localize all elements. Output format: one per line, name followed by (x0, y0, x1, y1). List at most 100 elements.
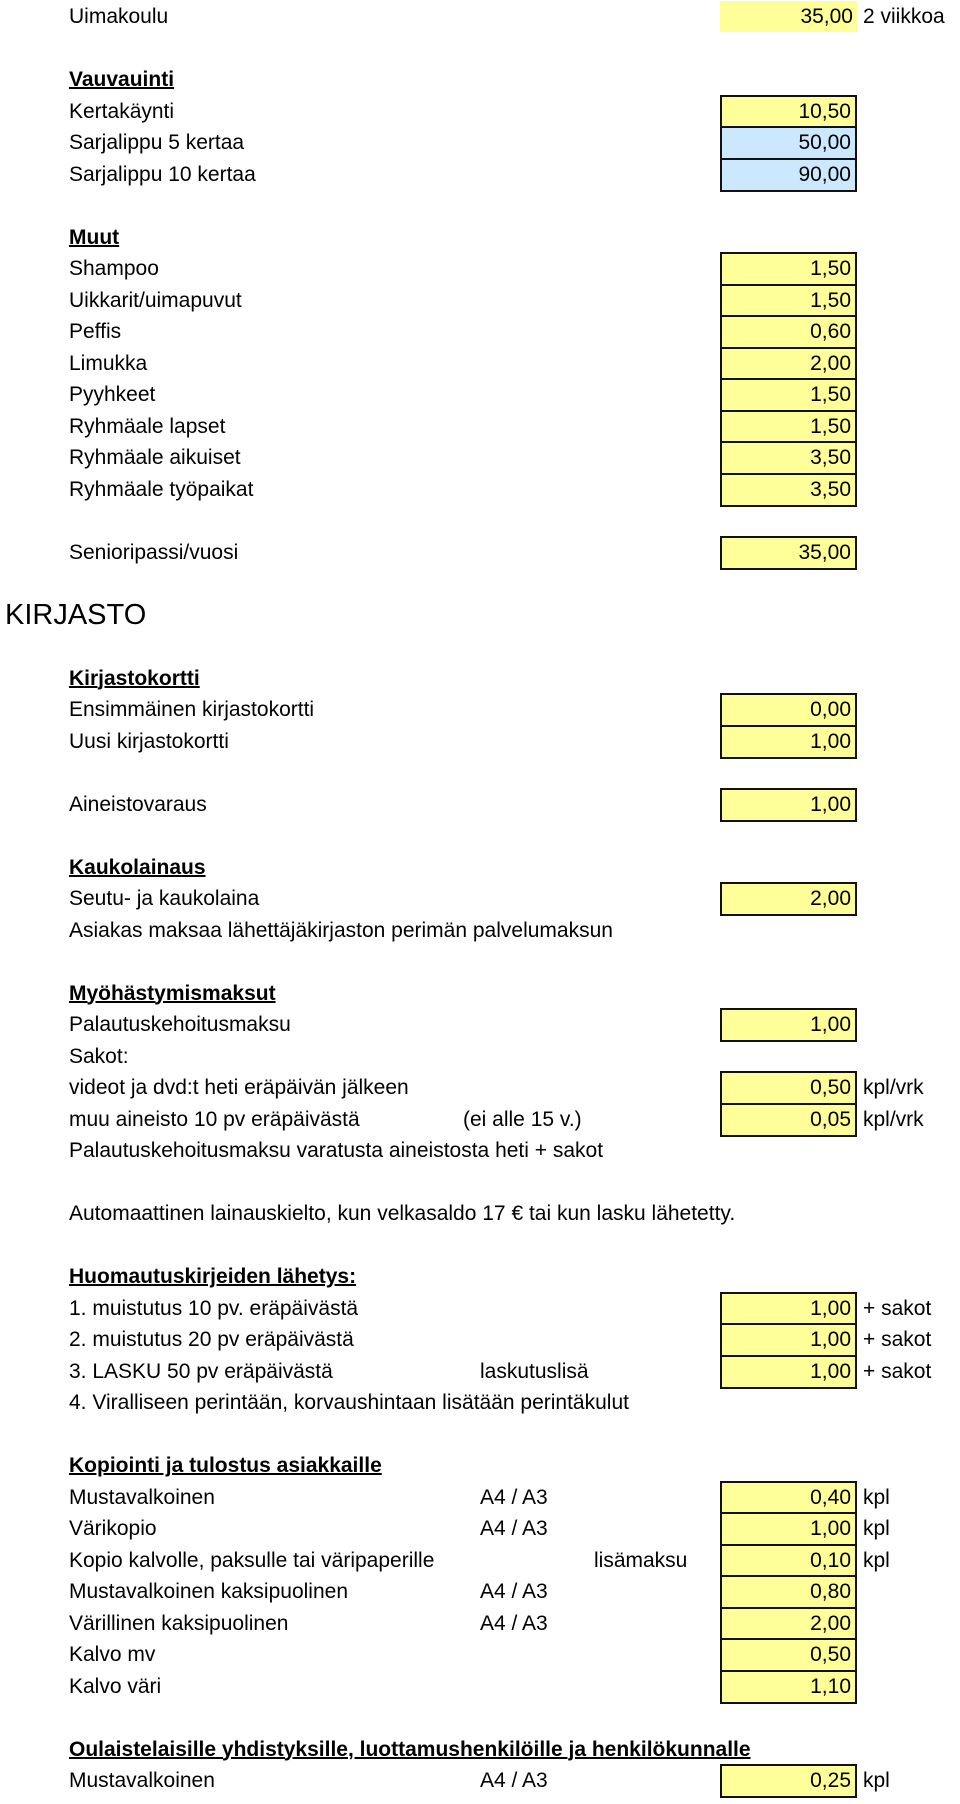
price-row: Kopio kalvolle, paksulle tai väripaperil… (0, 1543, 960, 1578)
section-heading-row: Kopiointi ja tulostus asiakkaille (0, 1450, 960, 1481)
heading-vauvauinti: Vauvauinti (69, 68, 175, 91)
label-kertaka-ynti: Kertakäynti (69, 99, 175, 123)
price-row: Sarjalippu 5 kertaa 50,00 (0, 126, 960, 160)
price-cell[interactable]: 1,50 (720, 252, 857, 286)
section-heading-row: Kaukolainaus (0, 852, 960, 883)
price-row: Ryhmäale lapset 1,50 (0, 409, 960, 444)
note-a4-a3: A4 / A3 (480, 1769, 548, 1792)
price-row: Asiakas maksaa lähettäjäkirjaston perimä… (0, 915, 960, 946)
price-cell[interactable]: 0,00 (720, 693, 857, 727)
label-ryhma-ale-aikuiset: Ryhmäale aikuiset (69, 446, 241, 469)
label-1-muistutus-10-pv-era-pa-iva-sta: 1. muistutus 10 pv. eräpäivästä (69, 1296, 359, 1320)
heading-oulaistelaisille-yhdistyksille-luottamus: Oulaistelaisille yhdistyksille, luottamu… (69, 1737, 751, 1761)
section-heading-row: Huomautuskirjeiden lähetys: (0, 1261, 960, 1292)
label-va-rikopio: Värikopio (69, 1517, 157, 1540)
price-cell[interactable]: 0,80 (720, 1575, 857, 1609)
price-row: Pyyhkeet 1,50 (0, 378, 960, 412)
price-row: Seutu- ja kaukolaina 2,00 (0, 882, 960, 916)
price-cell[interactable]: 1,50 (720, 283, 857, 318)
note-ei-alle-15-v: (ei alle 15 v.) (463, 1107, 582, 1131)
price-row: Uusi kirjastokortti 1,00 (0, 724, 960, 759)
price-cell[interactable]: 1,10 (720, 1669, 857, 1704)
heading-kirjastokortti: Kirjastokortti (69, 666, 200, 690)
label-va-rillinen-kaksipuolinen: Värillinen kaksipuolinen (69, 1611, 289, 1635)
label-muu-aineisto-10-pv-era-pa-iva-sta: muu aineisto 10 pv eräpäivästä (69, 1107, 360, 1131)
price-row: Kalvo mv 0,50 (0, 1638, 960, 1672)
price-cell[interactable]: 10,50 (720, 94, 857, 129)
price-cell[interactable]: 2,00 (720, 346, 857, 381)
label-limukka: Limukka (69, 351, 148, 375)
price-row: Uimakoulu 35,00 2 viikkoa (0, 1, 960, 32)
price-cell[interactable]: 35,00 (720, 1, 857, 32)
price-row: Uikkarit/uimapuvut 1,50 (0, 283, 960, 318)
price-row: Kalvo väri 1,10 (0, 1669, 960, 1704)
price-cell[interactable]: 1,00 (720, 1354, 857, 1389)
label-ensimma-inen-kirjastokortti: Ensimmäinen kirjastokortti (69, 698, 315, 721)
price-cell[interactable]: 3,50 (720, 472, 857, 507)
price-cell[interactable]: 0,60 (720, 315, 857, 349)
unit-label: + sakot (863, 1328, 932, 1351)
unit-label: kpl (863, 1485, 890, 1509)
price-cell[interactable]: 3,50 (720, 441, 857, 475)
label-3-lasku-50-pv-era-pa-iva-sta: 3. LASKU 50 pv eräpäivästä (69, 1359, 333, 1383)
price-cell[interactable]: 50,00 (720, 126, 857, 160)
price-cell[interactable]: 2,00 (720, 1606, 857, 1641)
price-cell[interactable]: 1,50 (720, 409, 857, 444)
price-row: Ryhmäale aikuiset 3,50 (0, 441, 960, 475)
price-cell[interactable]: 0,10 (720, 1543, 857, 1578)
price-cell[interactable]: 1,00 (720, 1008, 857, 1042)
price-row: 1. muistutus 10 pv. eräpäivästä 1,00 + sak… (0, 1291, 960, 1326)
price-cell[interactable]: 0,25 (720, 1764, 857, 1798)
label-kopio-kalvolle-paksulle-tai-va-ripaperil: Kopio kalvolle, paksulle tai väripaperil… (69, 1548, 435, 1572)
note-a4-a3: A4 / A3 (480, 1485, 548, 1509)
heading-huomautuskirjeiden-la-hetys: Huomautuskirjeiden lähetys: (69, 1265, 357, 1288)
label-shampoo: Shampoo (69, 257, 159, 280)
label-palautuskehoitusmaksu-varatusta-aineisto: Palautuskehoitusmaksu varatusta aineisto… (69, 1139, 604, 1162)
label-uimakoulu: Uimakoulu (69, 5, 169, 28)
note-a4-a3: A4 / A3 (480, 1580, 548, 1603)
section-heading-row: Muut (0, 222, 960, 253)
price-row: Senioripassi/vuosi 35,00 (0, 535, 960, 570)
label-mustavalkoinen: Mustavalkoinen (69, 1769, 215, 1792)
label-uusi-kirjastokortti: Uusi kirjastokortti (69, 729, 229, 753)
unit-label: kpl (863, 1548, 890, 1572)
unit-label: kpl (863, 1769, 890, 1792)
price-cell[interactable]: 1,00 (720, 1323, 857, 1357)
price-cell[interactable]: 0,50 (720, 1071, 857, 1105)
label-pyyhkeet: Pyyhkeet (69, 383, 156, 406)
price-row: Kertakäynti 10,50 (0, 94, 960, 129)
price-row: videot ja dvd:t heti eräpäivän jälkeen 0,… (0, 1071, 960, 1105)
price-cell[interactable]: 2,00 (720, 882, 857, 916)
price-cell[interactable]: 35,00 (720, 535, 857, 570)
price-cell[interactable]: 0,40 (720, 1480, 857, 1515)
price-cell[interactable]: 0,05 (720, 1102, 857, 1137)
price-row: Peffis 0,60 (0, 315, 960, 349)
price-row: Palautuskehoitusmaksu varatusta aineisto… (0, 1135, 960, 1166)
label-uikkarit-uimapuvut: Uikkarit/uimapuvut (69, 288, 242, 312)
price-cell[interactable]: 90,00 (720, 157, 857, 192)
heading-kaukolainaus: Kaukolainaus (69, 855, 206, 879)
price-cell[interactable]: 1,00 (720, 724, 857, 759)
price-cell[interactable]: 1,00 (720, 1512, 857, 1546)
price-row: Automaattinen lainauskielto, kun velkasa… (0, 1198, 960, 1229)
price-row: muu aineisto 10 pv eräpäivästä (ei alle 1… (0, 1102, 960, 1137)
section-title-row: KIRJASTO (0, 599, 960, 631)
label-seutu-ja-kaukolaina: Seutu- ja kaukolaina (69, 887, 260, 910)
note-a4-a3: A4 / A3 (480, 1517, 548, 1540)
price-row: Värillinen kaksipuolinen A4 / A3 2,00 (0, 1606, 960, 1641)
label-mustavalkoinen: Mustavalkoinen (69, 1485, 215, 1509)
label-kalvo-va-ri: Kalvo väri (69, 1674, 162, 1698)
price-row: Mustavalkoinen A4 / A3 0,25 kpl (0, 1764, 960, 1798)
price-cell[interactable]: 1,50 (720, 378, 857, 412)
price-cell[interactable]: 1,00 (720, 787, 857, 822)
label-2-muistutus-20-pv-era-pa-iva-sta: 2. muistutus 20 pv eräpäivästä (69, 1328, 354, 1351)
unit-label: 2 viikkoa (863, 5, 945, 28)
label-sarjalippu-5-kertaa: Sarjalippu 5 kertaa (69, 131, 245, 154)
price-row: Mustavalkoinen A4 / A3 0,40 kpl (0, 1480, 960, 1515)
price-cell[interactable]: 0,50 (720, 1638, 857, 1672)
price-row: Shampoo 1,50 (0, 252, 960, 286)
section-heading-row: Oulaistelaisille yhdistyksille, luottamu… (0, 1734, 960, 1765)
price-cell[interactable]: 1,00 (720, 1291, 857, 1326)
label-sarjalippu-10-kertaa: Sarjalippu 10 kertaa (69, 162, 256, 186)
section-heading-row: Kirjastokortti (0, 663, 960, 694)
